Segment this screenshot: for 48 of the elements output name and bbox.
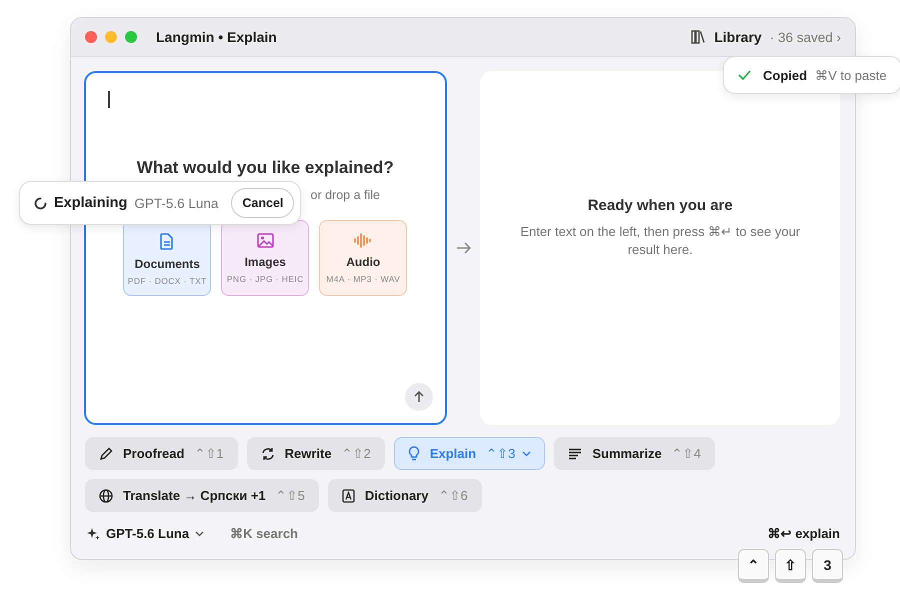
send-button[interactable] [404, 383, 432, 411]
check-icon [738, 70, 751, 80]
file-type-label: Documents [134, 257, 200, 271]
toast-hint: ⌘V to paste [815, 68, 887, 82]
search-hint: ⌘K search [230, 526, 298, 541]
file-type-label: Images [244, 255, 286, 269]
arrow-right-icon [456, 241, 472, 255]
model-picker[interactable]: GPT-5.6 Luna [106, 526, 190, 541]
file-formats: PNG · JPG · HEIC [226, 274, 304, 284]
pencil-icon [99, 446, 113, 460]
result-hint: Enter text on the left, then press ⌘↵ to see your result here. [519, 223, 802, 259]
file-type-card[interactable]: Images PNG · JPG · HEIC [221, 220, 310, 296]
file-formats: M4A · MP3 · WAV [326, 274, 400, 284]
refresh-icon [260, 446, 275, 460]
progress-model: GPT-5.6 Luna [134, 196, 218, 210]
saved-count[interactable]: · 36 saved › [770, 30, 841, 44]
action-button[interactable]: Summarize ⌃⇧4 [554, 437, 715, 470]
result-heading: Ready when you are [588, 197, 733, 214]
file-type-card[interactable]: Audio M4A · MP3 · WAV [319, 220, 408, 296]
action-button[interactable]: Dictionary ⌃⇧6 [328, 479, 482, 512]
chevron-down-icon [195, 530, 204, 536]
prompt-heading: What would you like explained? [136, 158, 395, 178]
action-button[interactable]: Proofread ⌃⇧1 [85, 437, 238, 470]
close-light[interactable] [85, 31, 97, 43]
cancel-button[interactable]: Cancel [231, 188, 294, 218]
text-cursor [108, 91, 110, 108]
file-formats: PDF · DOCX · TXT [128, 276, 207, 286]
prompt-subtitle: or drop a file [310, 188, 381, 202]
sparkle-icon [87, 527, 100, 540]
lightbulb-icon [408, 446, 420, 461]
globe-icon [99, 488, 113, 502]
shortcut-hint: ⌘↩ explain [768, 526, 840, 541]
arrow-up-icon [412, 391, 424, 403]
library-button[interactable]: Library [714, 29, 762, 45]
action-button[interactable]: Rewrite ⌃⇧2 [246, 437, 385, 470]
spinner-icon [34, 196, 47, 210]
window-title: Langmin • Explain [156, 29, 277, 45]
action-button[interactable]: Translate → Српски +1 ⌃⇧5 [85, 479, 319, 512]
keycap: ⌃ [738, 549, 769, 583]
text-lines-icon [568, 448, 582, 460]
file-type-label: Audio [346, 255, 380, 269]
keycap: ⇧ [775, 549, 806, 583]
zoom-light[interactable] [125, 31, 137, 43]
books-icon [691, 30, 708, 44]
dictionary-icon [342, 488, 355, 502]
keycap: 3 [812, 549, 843, 583]
minimize-light[interactable] [105, 31, 117, 43]
toast-label: Copied [763, 68, 808, 82]
